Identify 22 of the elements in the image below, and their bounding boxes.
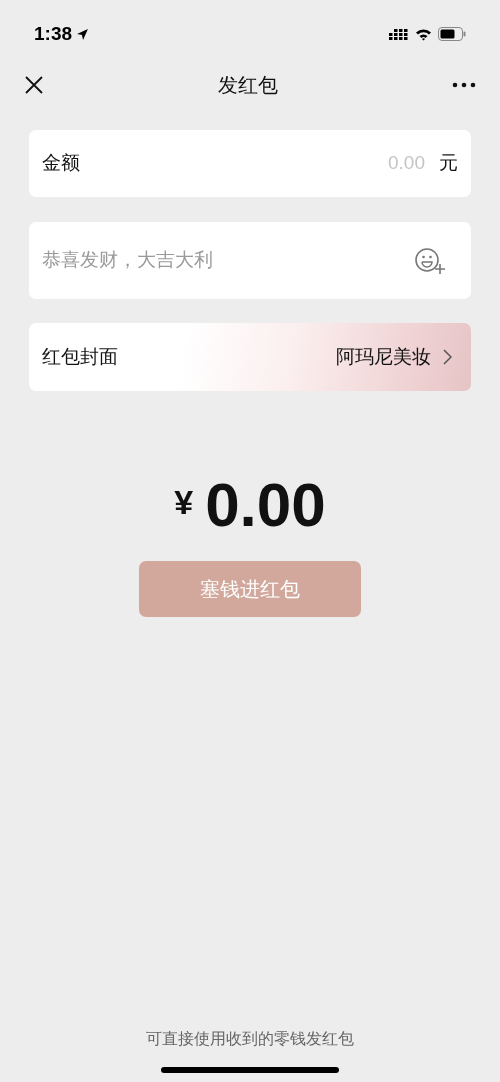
message-input[interactable]: 恭喜发财，大吉大利 — [42, 246, 406, 275]
signal-icon — [389, 27, 409, 41]
amount-field[interactable]: 金额 0.00 元 — [29, 130, 471, 197]
currency-unit: 元 — [439, 151, 458, 176]
total-amount: 0.00 — [205, 469, 326, 541]
status-time: 1:38 — [34, 21, 73, 46]
message-field[interactable]: 恭喜发财，大吉大利 — [29, 222, 471, 299]
cover-label: 红包封面 — [42, 344, 119, 369]
location-arrow-icon — [76, 27, 90, 41]
cover-value: 阿玛尼美妆 — [336, 344, 431, 369]
footer-note: 可直接使用收到的零钱发红包 — [146, 1029, 354, 1049]
page-title: 发红包 — [218, 73, 278, 98]
emoji-add-icon[interactable] — [414, 246, 446, 275]
wifi-icon — [415, 27, 432, 41]
amount-label: 金额 — [42, 151, 80, 176]
cover-row[interactable]: 红包封面 阿玛尼美妆 — [29, 323, 471, 391]
chevron-right-icon — [443, 349, 452, 365]
currency-symbol: ¥ — [174, 482, 194, 523]
battery-icon — [438, 27, 466, 41]
amount-input[interactable]: 0.00 — [80, 149, 425, 178]
more-icon[interactable] — [452, 82, 476, 88]
close-icon[interactable] — [24, 75, 44, 95]
